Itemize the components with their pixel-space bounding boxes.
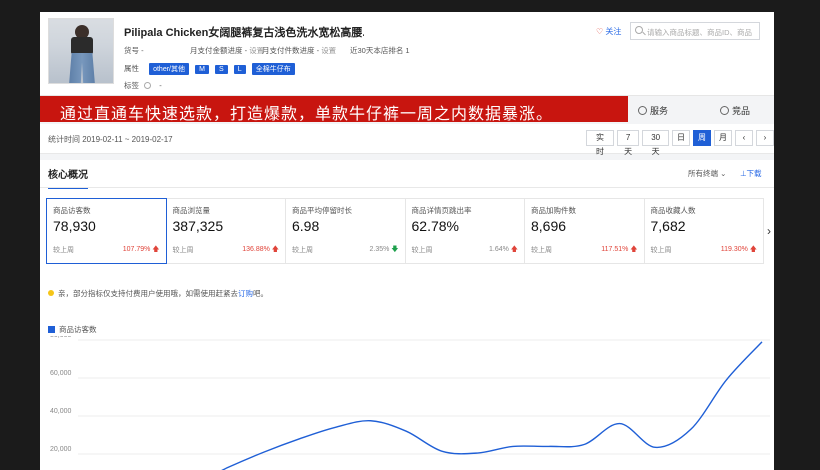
attr-tag: S xyxy=(215,65,228,74)
next-metrics-button[interactable]: › xyxy=(767,224,771,238)
attr-tag: M xyxy=(195,65,209,74)
metric-compare: 较上周 xyxy=(411,247,433,254)
period-7d-button[interactable]: 7天 xyxy=(617,130,640,156)
tab-service[interactable]: 服务 xyxy=(638,104,668,117)
metric-change: 117.51% xyxy=(601,246,629,253)
legend-swatch xyxy=(48,326,55,333)
period-day-button[interactable]: 日 xyxy=(672,130,690,146)
metric-value: 387,325 xyxy=(172,218,224,234)
product-thumbnail[interactable] xyxy=(48,18,114,84)
attr-tag: L xyxy=(233,65,246,74)
subscription-notice: 亲，部分指标仅支持付费用户使用哦，如需使用赶紧去订购吧。 xyxy=(48,288,268,299)
metric-change: 1.64% xyxy=(488,246,509,253)
chart-legend[interactable]: 商品访客数 xyxy=(48,324,97,335)
metric-card[interactable]: 商品平均停留时长 6.98 较上周 2.35% 🡇 xyxy=(286,198,406,264)
metric-label: 商品平均停留时长 xyxy=(292,206,352,215)
arrow-up-icon: 🡅 xyxy=(152,246,160,253)
tag-label: 标签 xyxy=(124,81,139,90)
metric-label: 商品访客数 xyxy=(53,206,91,215)
shop-rank: 近30天本店排名 1 xyxy=(350,46,410,55)
metric-change: 136.88% xyxy=(242,246,270,253)
tag-row: 标签 - xyxy=(124,80,162,91)
period-realtime-button[interactable]: 实 时 xyxy=(586,130,614,156)
metric-card[interactable]: 商品访客数 78,930 较上周 107.79% 🡅 xyxy=(46,198,167,264)
subscribe-link[interactable]: 订购 xyxy=(238,289,253,298)
prev-period-button[interactable]: ‹ xyxy=(735,130,753,146)
arrow-up-icon: 🡅 xyxy=(271,246,279,253)
metric-card[interactable]: 商品浏览量 387,325 较上周 136.88% 🡅 xyxy=(166,198,286,264)
metric-value: 62.78% xyxy=(411,218,459,234)
metric-label: 商品详情页跳出率 xyxy=(411,206,472,215)
metric-change: 107.79% xyxy=(122,246,151,253)
y-tick-label: 20,000 xyxy=(50,446,72,453)
arrow-up-icon: 🡅 xyxy=(749,246,757,253)
metric-label: 商品收藏人数 xyxy=(650,206,696,215)
download-button[interactable]: ⊥下载 xyxy=(740,168,762,179)
y-tick-label: 80,000 xyxy=(50,336,72,339)
pay-amount-progress: 月支付金额进度 - 设置 xyxy=(190,46,265,55)
core-overview-panel: 核心概况 所有终端 ⌄ ⊥下载 商品访客数 78,930 较上周 107.79%… xyxy=(40,160,774,470)
search-input[interactable]: 请输入商品标题、商品ID、商品 xyxy=(630,22,760,40)
promo-banner: 通过直通车快速选款，打造爆款，单款牛仔裤一周之内数据暴涨。 xyxy=(40,96,628,123)
metric-compare: 较上周 xyxy=(292,247,313,254)
metric-compare: 较上周 xyxy=(53,247,74,254)
attributes-label: 属性 xyxy=(124,64,139,73)
metric-card[interactable]: 商品加购件数 8,696 较上周 117.51% 🡅 xyxy=(525,198,645,264)
competitor-icon xyxy=(720,106,729,115)
period-30d-button[interactable]: 30天 xyxy=(642,130,669,156)
info-dot-icon xyxy=(48,290,54,296)
metric-compare: 较上周 xyxy=(650,247,672,254)
arrow-down-icon: 🡇 xyxy=(391,246,399,253)
metric-compare: 较上周 xyxy=(531,247,552,254)
period-buttons: 实 时 7天 30天 日 周 月 ‹ › xyxy=(586,130,774,156)
period-month-button[interactable]: 月 xyxy=(714,130,732,146)
item-no: 货号 - xyxy=(124,46,144,55)
metric-change: 119.30% xyxy=(720,246,748,253)
service-icon xyxy=(638,106,647,115)
search-icon xyxy=(635,26,643,34)
next-period-button[interactable]: › xyxy=(756,130,774,146)
terminal-select[interactable]: 所有终端 ⌄ xyxy=(688,168,726,179)
metric-label: 商品浏览量 xyxy=(172,206,211,215)
metric-value: 78,930 xyxy=(53,218,96,234)
metric-label: 商品加购件数 xyxy=(531,206,576,215)
stats-time-bar: 统计时间 2019-02-11 ~ 2019-02-17 实 时 7天 30天 … xyxy=(40,124,774,156)
metric-value: 6.98 xyxy=(292,218,320,234)
panel-title: 核心概况 xyxy=(48,166,88,189)
tag-value: - xyxy=(159,81,162,90)
product-title[interactable]: Pilipala Chicken女阔腿裤复古浅色洗水宽松高腰... xyxy=(124,24,364,40)
heart-icon: ♡ xyxy=(596,27,604,36)
arrow-up-icon: 🡅 xyxy=(630,246,638,253)
pay-items-progress: 月支付件数进度 - 设置 xyxy=(262,46,337,55)
y-tick-label: 40,000 xyxy=(50,408,72,415)
metric-card[interactable]: 商品收藏人数 7,682 较上周 119.30% 🡅 xyxy=(644,198,764,264)
help-icon[interactable] xyxy=(144,82,152,89)
tab-competitor[interactable]: 竞品 xyxy=(720,104,750,117)
metric-compare: 较上周 xyxy=(172,247,194,254)
stats-period: 统计时间 2019-02-11 ~ 2019-02-17 xyxy=(48,135,173,144)
metric-value: 8,696 xyxy=(531,218,567,234)
attributes-row: 属性 other/其他 M S L 全棉牛仔布 xyxy=(124,63,299,75)
metric-change: 2.35% xyxy=(369,246,390,253)
attr-tag: 全棉牛仔布 xyxy=(251,63,295,75)
metric-value: 7,682 xyxy=(650,218,686,234)
series-line-visitors[interactable] xyxy=(86,341,763,470)
pay-items-set-link[interactable]: 设置 xyxy=(321,46,336,55)
y-tick-label: 60,000 xyxy=(50,370,72,377)
arrow-up-icon: 🡅 xyxy=(510,246,518,253)
legend-label: 商品访客数 xyxy=(59,325,97,334)
visitor-line-chart: 020,00040,00060,00080,000 xyxy=(50,336,770,470)
period-week-button[interactable]: 周 xyxy=(693,130,711,146)
attr-tag: other/其他 xyxy=(149,63,189,75)
metric-card[interactable]: 商品详情页跳出率 62.78% 较上周 1.64% 🡅 xyxy=(405,198,525,264)
app-frame: Pilipala Chicken女阔腿裤复古浅色洗水宽松高腰... 货号 - 月… xyxy=(40,12,774,470)
follow-button[interactable]: ♡ 关注 xyxy=(596,26,621,37)
metric-cards: 商品访客数 78,930 较上周 107.79% 🡅 商品浏览量 387,325… xyxy=(46,198,764,264)
product-card: Pilipala Chicken女阔腿裤复古浅色洗水宽松高腰... 货号 - 月… xyxy=(40,12,774,96)
